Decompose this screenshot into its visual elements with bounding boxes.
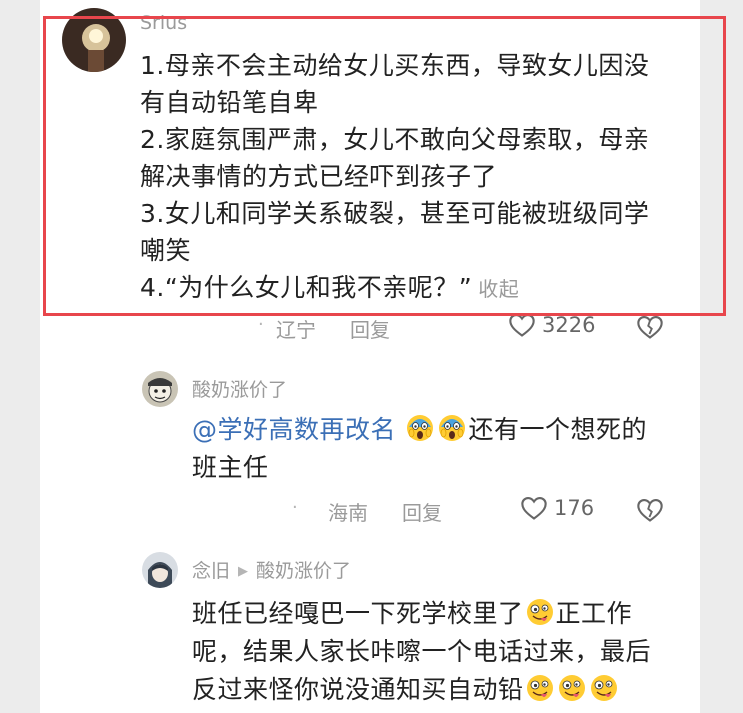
goofy-face-emoji-icon <box>526 675 553 701</box>
broken-heart-icon[interactable] <box>636 497 664 523</box>
heart-outline-icon <box>521 497 547 520</box>
goofy-face-emoji-icon <box>558 675 585 701</box>
meta-dot: · <box>258 314 264 335</box>
avatar[interactable] <box>142 371 178 407</box>
comment-text-last: 4.“为什么女儿和我不亲呢？” <box>140 273 473 302</box>
comment-text-line: 嘲笑 <box>140 236 192 265</box>
comment-text-line: 解决事情的方式已经吓到孩子了 <box>140 162 498 191</box>
avatar[interactable] <box>142 552 178 588</box>
reply-text-line: 呢，结果人家长咔嚓一个电话过来，最后 <box>192 637 652 666</box>
broken-heart-icon[interactable] <box>636 314 664 340</box>
comment-text-line: 1.母亲不会主动给女儿买东西，导致女儿因没 <box>140 51 650 80</box>
scream-emoji-icon <box>407 415 434 441</box>
reply-text-line: @学好高数再改名 还有一个想死的 <box>192 410 647 446</box>
reply-text: 还有一个想死的 <box>468 415 647 444</box>
reply-text-line: 班主任 <box>192 453 269 482</box>
reply-username[interactable]: 酸奶涨价了 <box>192 375 287 402</box>
comment-panel: Srius 1.母亲不会主动给女儿买东西，导致女儿因没 有自动铅笔自卑 2.家庭… <box>40 0 700 713</box>
like-count: 3226 <box>542 313 596 337</box>
goofy-face-emoji-icon <box>526 599 553 625</box>
mention-link[interactable]: @学好高数再改名 <box>192 415 396 444</box>
like-button[interactable]: 3226 <box>508 312 595 338</box>
comment-text-line: 2.家庭氛围严肃，女儿不敢向父母索取，母亲 <box>140 125 650 154</box>
reply-text: 正工作 <box>555 599 633 628</box>
comment-text-line: 3.女儿和同学关系破裂，甚至可能被班级同学 <box>140 199 650 228</box>
reply-text: 班任已经嘎巴一下死学校里了 <box>192 599 524 628</box>
comment-location: 辽宁 <box>276 318 316 342</box>
avatar[interactable] <box>62 8 126 72</box>
comment-text-line: 4.“为什么女儿和我不亲呢？” 收起 <box>140 268 519 304</box>
collapse-link[interactable]: 收起 <box>478 277 519 301</box>
reply-location: 海南 <box>328 501 368 525</box>
reply-button[interactable]: 回复 <box>350 314 390 343</box>
reply-username-link[interactable]: 念旧 <box>192 560 230 582</box>
goofy-face-emoji-icon <box>590 675 617 701</box>
reply-button[interactable]: 回复 <box>402 497 442 526</box>
like-count: 176 <box>554 496 595 520</box>
reply-text-line: 反过来怪你说没通知买自动铅 <box>192 670 620 706</box>
reply-username: 念旧 ▶ 酸奶涨价了 <box>192 556 351 583</box>
comment-text-line: 有自动铅笔自卑 <box>140 88 319 117</box>
reply-to-username[interactable]: 酸奶涨价了 <box>256 560 351 582</box>
reply-arrow-icon: ▶ <box>238 564 249 579</box>
comment-username[interactable]: Srius <box>140 12 187 34</box>
reply-text-line: 班任已经嘎巴一下死学校里了 正工作 <box>192 594 632 630</box>
heart-outline-icon <box>509 314 535 337</box>
reply-text: 反过来怪你说没通知买自动铅 <box>192 675 524 704</box>
meta-dot: · <box>292 497 298 518</box>
scream-emoji-icon <box>439 415 466 441</box>
like-button[interactable]: 176 <box>520 495 594 521</box>
